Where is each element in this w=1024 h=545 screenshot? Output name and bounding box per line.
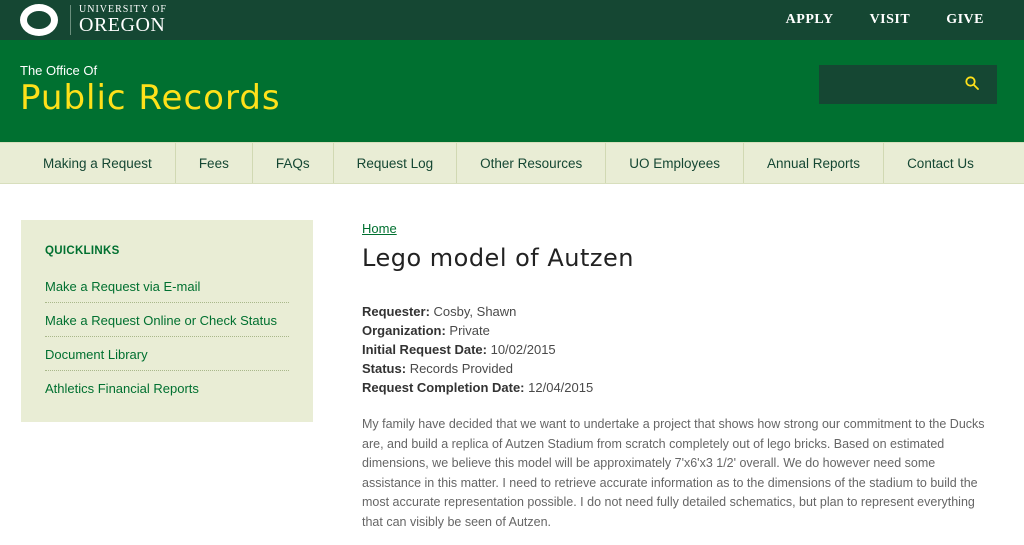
site-pre-title: The Office Of	[20, 63, 98, 78]
nav-making-a-request[interactable]: Making a Request	[20, 143, 176, 183]
breadcrumb-home[interactable]: Home	[362, 221, 397, 236]
detail-completion-date: Request Completion Date: 12/04/2015	[362, 378, 992, 397]
quicklink-online-request[interactable]: Make a Request Online or Check Status	[45, 309, 289, 337]
detail-initial-date: Initial Request Date: 10/02/2015	[362, 340, 992, 359]
detail-value: 12/04/2015	[528, 380, 594, 395]
quicklink-athletics-reports[interactable]: Athletics Financial Reports	[45, 377, 289, 404]
logo-big-text: OREGON	[79, 14, 166, 36]
site-title[interactable]: Public Records	[20, 78, 281, 118]
detail-label: Organization:	[362, 323, 446, 338]
main-content: Home Lego model of Autzen Requester: Cos…	[362, 220, 992, 532]
detail-label: Request Completion Date:	[362, 380, 525, 395]
detail-organization: Organization: Private	[362, 321, 992, 340]
visit-link[interactable]: VISIT	[870, 12, 911, 28]
quicklink-email-request[interactable]: Make a Request via E-mail	[45, 275, 289, 303]
top-bar: UNIVERSITY OF OREGON APPLY VISIT GIVE	[0, 0, 1024, 40]
logo-wordmark: UNIVERSITY OF OREGON	[79, 5, 167, 36]
detail-label: Initial Request Date:	[362, 342, 487, 357]
detail-label: Requester:	[362, 304, 430, 319]
detail-label: Status:	[362, 361, 407, 376]
detail-value: 10/02/2015	[490, 342, 556, 357]
request-details: Requester: Cosby, Shawn Organization: Pr…	[362, 302, 992, 397]
search-icon[interactable]	[965, 76, 979, 90]
detail-requester: Requester: Cosby, Shawn	[362, 302, 992, 321]
detail-value: Cosby, Shawn	[433, 304, 517, 319]
nav-contact-us[interactable]: Contact Us	[884, 143, 997, 183]
nav-uo-employees[interactable]: UO Employees	[606, 143, 744, 183]
request-description: My family have decided that we want to u…	[362, 417, 985, 529]
quicklinks-panel: QUICKLINKS Make a Request via E-mail Mak…	[21, 220, 313, 422]
page-title: Lego model of Autzen	[362, 244, 634, 272]
logo-divider	[70, 5, 71, 35]
o-logo-icon	[20, 4, 58, 36]
nav-fees[interactable]: Fees	[176, 143, 253, 183]
quicklink-document-library[interactable]: Document Library	[45, 343, 289, 371]
nav-annual-reports[interactable]: Annual Reports	[744, 143, 885, 183]
nav-request-log[interactable]: Request Log	[334, 143, 458, 183]
top-links: APPLY VISIT GIVE	[786, 0, 984, 40]
detail-status: Status: Records Provided	[362, 359, 992, 378]
search-box	[819, 65, 997, 104]
search-input[interactable]	[819, 65, 959, 104]
give-link[interactable]: GIVE	[946, 12, 984, 28]
site-banner: The Office Of Public Records	[0, 40, 1024, 142]
nav-faqs[interactable]: FAQs	[253, 143, 334, 183]
detail-value: Records Provided	[409, 361, 514, 376]
quicklinks-heading: QUICKLINKS	[45, 245, 120, 257]
nav-other-resources[interactable]: Other Resources	[457, 143, 607, 183]
uo-logo[interactable]: UNIVERSITY OF OREGON	[20, 3, 167, 37]
apply-link[interactable]: APPLY	[786, 12, 834, 28]
main-nav: Making a Request Fees FAQs Request Log O…	[0, 142, 1024, 184]
detail-value: Private	[449, 323, 490, 338]
